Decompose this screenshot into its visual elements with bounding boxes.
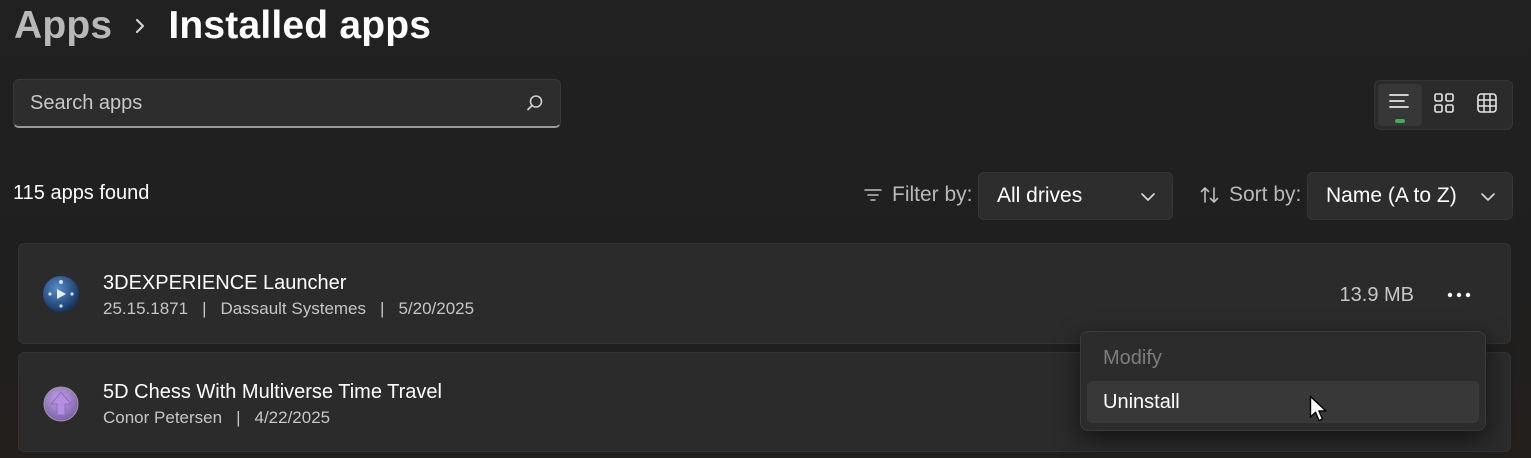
app-name: 5D Chess With Multiverse Time Travel [103,381,442,403]
app-install-date: 4/22/2025 [254,408,331,427]
breadcrumb-apps[interactable]: Apps [14,4,112,48]
app-version: 25.15.1871 [103,299,189,318]
page-title: Installed apps [168,4,432,47]
apps-count: 115 apps found [13,182,150,204]
breadcrumb: Apps Installed apps [14,2,431,50]
filter-label-text: Filter by: [892,183,973,206]
app-context-menu: Modify Uninstall [1080,331,1486,431]
filter-value: All drives [997,184,1083,207]
search-icon[interactable] [524,92,546,114]
filter-dropdown[interactable]: All drives [978,172,1173,220]
sort-value: Name (A to Z) [1326,184,1457,207]
grid-icon [1433,92,1455,119]
list-view-button[interactable] [1378,84,1422,126]
meta-separator: | [380,299,385,318]
sort-dropdown[interactable]: Name (A to Z) [1307,172,1513,220]
menu-item-uninstall[interactable]: Uninstall [1087,381,1479,423]
grid-view-button[interactable] [1422,84,1466,126]
installed-apps-page: Apps Installed apps 115 apps found [0,0,1531,458]
list-icon [1388,92,1412,119]
table-icon [1476,92,1498,119]
filter-label: Filter by: [862,180,973,210]
chevron-right-icon [122,8,158,44]
app-publisher: Dassault Systemes [220,299,367,318]
app-install-date: 5/20/2025 [398,299,475,318]
search-input[interactable] [30,91,524,115]
search-box[interactable] [13,79,561,128]
5d-chess-app-icon [41,384,81,424]
view-switcher [1374,80,1513,130]
sort-label-text: Sort by: [1229,183,1302,206]
app-publisher: Conor Petersen [103,408,223,427]
sort-label: Sort by: [1199,180,1301,210]
menu-item-modify: Modify [1103,346,1162,369]
sort-icon [1199,184,1221,206]
app-details: 25.15.1871 | Dassault Systemes | 5/20/20… [103,299,474,319]
meta-separator: | [202,299,207,318]
more-options-button[interactable] [1436,274,1482,314]
table-view-button[interactable] [1465,84,1509,126]
3dexperience-app-icon [41,274,81,314]
filter-icon [862,184,884,206]
more-horizontal-icon [1447,285,1471,303]
app-name: 3DEXPERIENCE Launcher [103,272,347,294]
app-details: Conor Petersen | 4/22/2025 [103,408,330,428]
meta-separator: | [236,408,241,427]
app-row[interactable]: 3DEXPERIENCE Launcher 25.15.1871 | Dassa… [18,243,1511,344]
chevron-down-icon [1140,184,1156,208]
app-size: 13.9 MB [1339,284,1414,306]
mouse-cursor-icon [1309,395,1329,423]
chevron-down-icon [1480,184,1496,208]
